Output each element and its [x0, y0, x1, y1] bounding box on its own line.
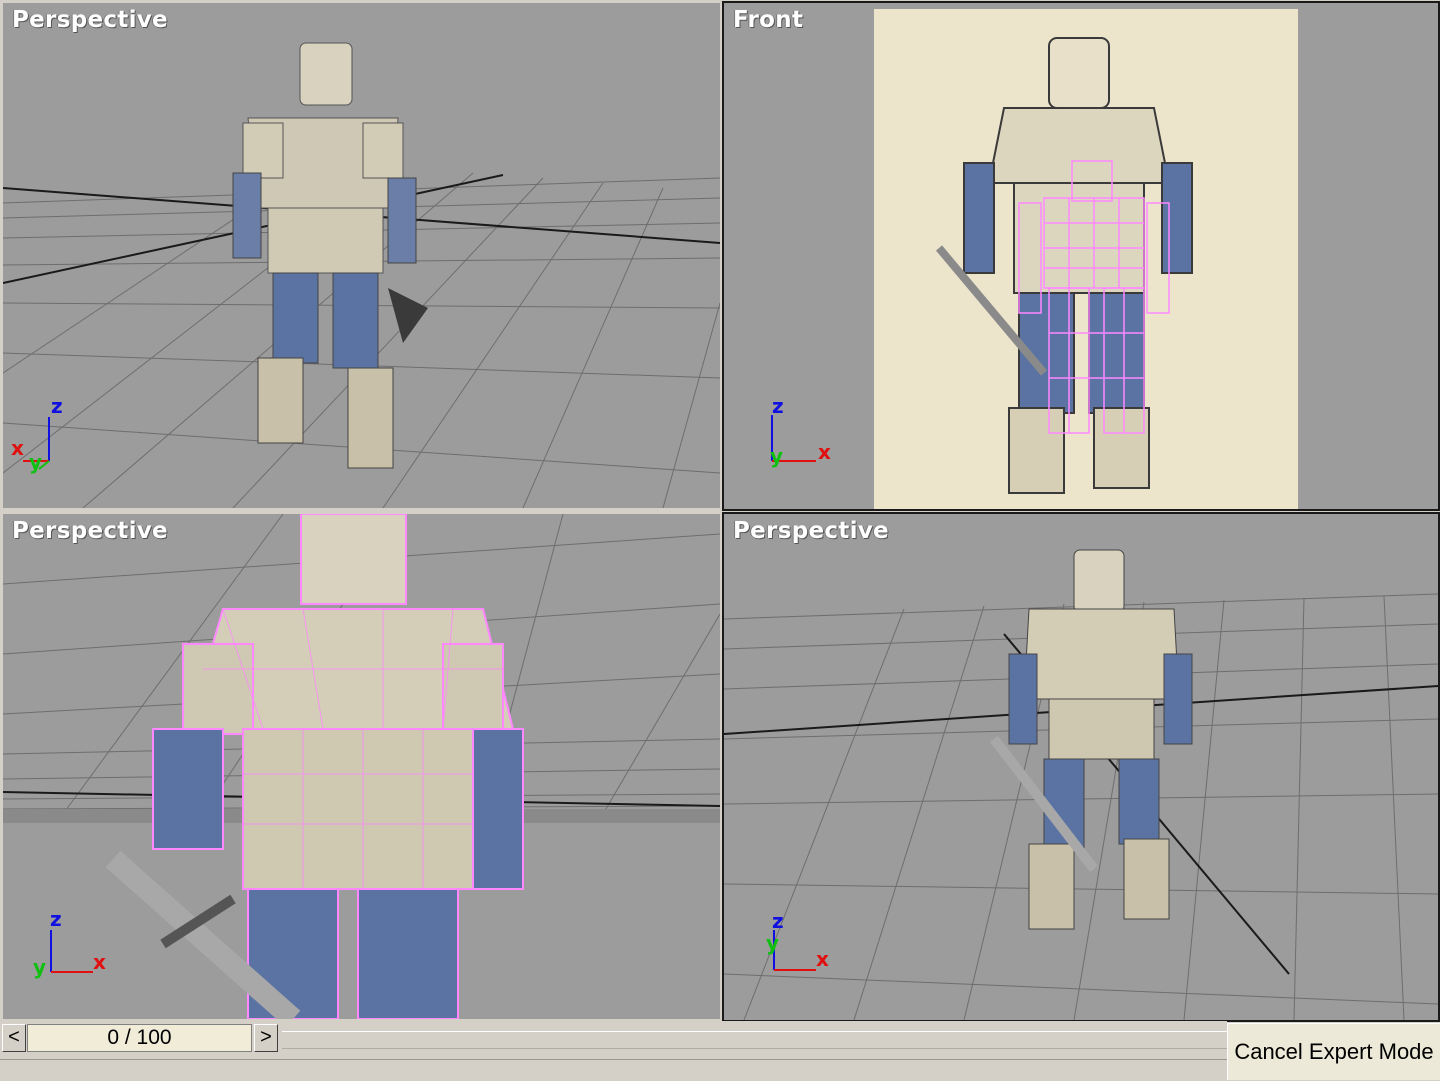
axis-x-label: x — [818, 440, 831, 464]
axis-tripod: z x y — [770, 394, 831, 468]
axis-y-label: y — [770, 444, 783, 468]
next-frame-button[interactable]: > — [254, 1024, 278, 1052]
time-slider-bar: < 0 / 100 > — [0, 1021, 1227, 1059]
axis-x-label: x — [11, 436, 24, 460]
viewport-label[interactable]: Perspective — [733, 518, 889, 544]
axis-z-label: z — [50, 907, 62, 931]
axis-y-label: y — [29, 450, 42, 474]
axis-tripod: z x y — [766, 909, 829, 971]
time-slider-thumb[interactable]: 0 / 100 — [27, 1024, 252, 1052]
cancel-expert-mode-button[interactable]: Cancel Expert Mode — [1227, 1023, 1440, 1080]
status-strip — [0, 1059, 1227, 1081]
axis-y-label: y — [766, 931, 779, 955]
axis-x-label: x — [816, 947, 829, 971]
time-slider-track[interactable] — [282, 1031, 1227, 1049]
axis-tripod: z x y — [33, 907, 106, 979]
viewport-label[interactable]: Perspective — [12, 7, 168, 33]
axis-x-label: x — [93, 950, 106, 974]
viewport-perspective-bottom-left[interactable]: Perspective z x y — [3, 514, 720, 1019]
perspective-scene: z x y — [3, 514, 720, 1019]
viewport-perspective-top-left[interactable]: Perspective z x y — [3, 3, 720, 508]
axis-tripod: z x y — [11, 394, 63, 474]
axis-z-label: z — [772, 909, 784, 933]
previous-frame-button[interactable]: < — [2, 1024, 26, 1052]
axis-z-label: z — [772, 394, 784, 418]
axis-z-label: z — [51, 394, 63, 418]
viewport-label[interactable]: Front — [733, 7, 803, 33]
front-scene: z x y — [770, 9, 1298, 509]
axis-y-label: y — [33, 955, 46, 979]
viewport-perspective-bottom-right[interactable]: Perspective z x y — [722, 512, 1440, 1022]
viewport-front[interactable]: Front z x y — [722, 1, 1440, 511]
viewport-label[interactable]: Perspective — [12, 518, 168, 544]
knight-model-closeup[interactable] — [105, 514, 524, 1019]
perspective-scene: z x y — [724, 549, 1438, 1020]
perspective-scene: z x y — [3, 42, 720, 508]
knight-model-front[interactable] — [990, 549, 1193, 930]
